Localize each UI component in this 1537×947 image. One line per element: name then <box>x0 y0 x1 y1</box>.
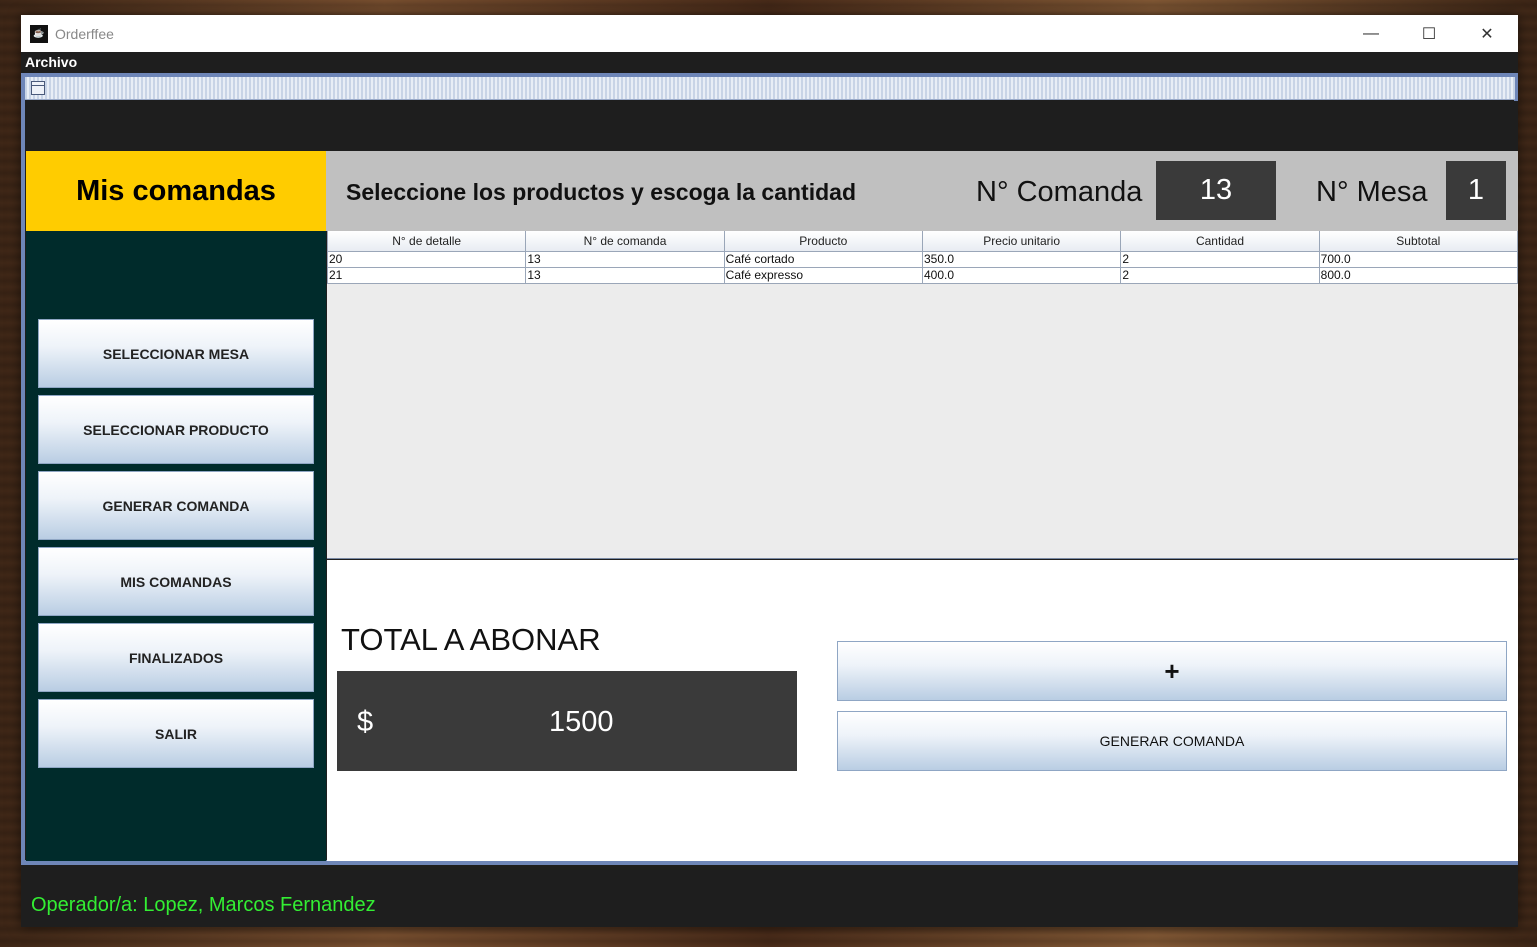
table-cell[interactable]: 13 <box>525 250 725 268</box>
table-cell[interactable]: 13 <box>525 266 725 284</box>
column-header-detail[interactable]: N° de detalle <box>326 231 527 252</box>
menu-bar: Archivo <box>21 52 1518 73</box>
table-number-value: 1 <box>1446 161 1506 220</box>
total-value: 1500 <box>549 706 614 738</box>
total-box: $ 1500 <box>337 671 797 771</box>
table-cell[interactable]: 21 <box>326 266 527 284</box>
internal-frame-titlebar[interactable] <box>25 77 1515 100</box>
table-number-label: N° Mesa <box>1316 176 1428 208</box>
order-number-value: 13 <box>1156 161 1276 220</box>
main-header: Seleccione los productos y escoga la can… <box>326 151 1518 231</box>
sidebar: Mis comandas SELECCIONAR MESA SELECCIONA… <box>26 151 326 861</box>
my-orders-button[interactable]: MIS COMANDAS <box>38 547 314 616</box>
currency-symbol: $ <box>357 706 374 738</box>
menu-archivo[interactable]: Archivo <box>25 54 77 70</box>
app-window: ☕ Orderffee — ☐ ✕ Archivo Mis comandas S… <box>21 15 1519 927</box>
select-product-button[interactable]: SELECCIONAR PRODUCTO <box>38 395 314 464</box>
table-cell[interactable]: 20 <box>326 250 527 268</box>
table-cell[interactable]: 2 <box>1120 266 1320 284</box>
operator-status: Operador/a: Lopez, Marcos Fernandez <box>31 894 376 916</box>
minimize-button[interactable]: — <box>1342 15 1400 52</box>
close-button[interactable]: ✕ <box>1458 15 1516 52</box>
column-header-unit-price[interactable]: Precio unitario <box>921 231 1122 252</box>
table-row[interactable]: 21 13 Café expresso 400.0 2 800.0 <box>326 266 1519 284</box>
order-details-table-area[interactable]: N° de detalle N° de comanda Producto Pre… <box>326 231 1519 559</box>
order-details-table: N° de detalle N° de comanda Producto Pre… <box>326 231 1519 284</box>
column-header-subtotal[interactable]: Subtotal <box>1318 231 1519 252</box>
table-cell[interactable]: Café cortado <box>723 250 923 268</box>
app-logo-icon: ☕ <box>30 24 48 43</box>
exit-button[interactable]: SALIR <box>38 699 314 768</box>
table-cell[interactable]: 350.0 <box>921 250 1122 268</box>
total-label: TOTAL A ABONAR <box>341 622 601 657</box>
top-dark-band <box>26 101 1518 151</box>
select-table-button[interactable]: SELECCIONAR MESA <box>38 319 314 388</box>
table-cell[interactable]: 700.0 <box>1318 250 1519 268</box>
table-cell[interactable]: 800.0 <box>1318 266 1519 284</box>
table-cell[interactable]: 400.0 <box>921 266 1122 284</box>
sidebar-title: Mis comandas <box>26 151 326 231</box>
instruction-text: Seleccione los productos y escoga la can… <box>346 179 856 205</box>
status-bar: Operador/a: Lopez, Marcos Fernandez <box>21 865 1518 927</box>
add-product-button[interactable]: + <box>837 641 1507 701</box>
table-cell[interactable]: 2 <box>1120 250 1320 268</box>
column-header-order[interactable]: N° de comanda <box>525 231 725 252</box>
title-bar: ☕ Orderffee — ☐ ✕ <box>21 15 1518 52</box>
window-title: Orderffee <box>55 25 114 42</box>
generate-order-button[interactable]: GENERAR COMANDA <box>837 711 1507 771</box>
totals-panel: TOTAL A ABONAR $ 1500 + GENERAR COMANDA <box>327 560 1518 861</box>
table-header-row: N° de detalle N° de comanda Producto Pre… <box>326 231 1519 252</box>
order-number-label: N° Comanda <box>976 176 1143 208</box>
frame-window-icon[interactable] <box>31 81 45 95</box>
table-cell[interactable]: Café expresso <box>723 266 923 284</box>
finished-button[interactable]: FINALIZADOS <box>38 623 314 692</box>
table-row[interactable]: 20 13 Café cortado 350.0 2 700.0 <box>326 250 1519 268</box>
column-header-product[interactable]: Producto <box>723 231 923 252</box>
column-header-quantity[interactable]: Cantidad <box>1120 231 1320 252</box>
generate-order-nav-button[interactable]: GENERAR COMANDA <box>38 471 314 540</box>
maximize-button[interactable]: ☐ <box>1400 15 1458 52</box>
